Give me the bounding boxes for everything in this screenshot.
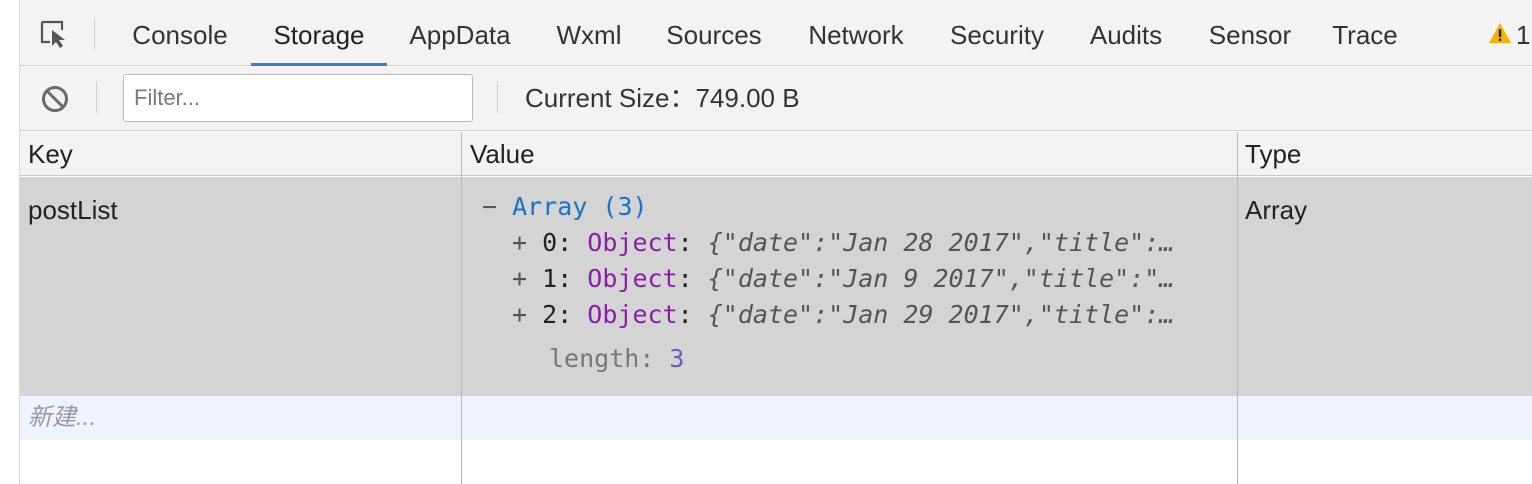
item-colon: : — [677, 300, 693, 329]
table-header: Key Value Type — [20, 132, 1532, 176]
new-entry-row[interactable]: 新建... — [20, 396, 1532, 440]
warnings-indicator[interactable]: 1 — [1488, 20, 1532, 50]
warning-icon — [1488, 22, 1512, 49]
inspect-element-icon[interactable] — [38, 18, 70, 50]
item-preview: {"date":"Jan 28 2017","title":… — [707, 228, 1175, 257]
warning-count: 1 — [1516, 20, 1531, 50]
tab-security[interactable]: Security — [946, 0, 1048, 66]
column-header-key[interactable]: Key — [20, 132, 461, 176]
tab-appdata[interactable]: AppData — [406, 0, 514, 66]
new-entry-placeholder[interactable]: 新建... — [28, 396, 96, 440]
tab-wxml[interactable]: Wxml — [550, 0, 628, 66]
toolbar-divider — [497, 81, 498, 113]
item-index: 2: — [542, 300, 573, 329]
item-preview: {"date":"Jan 29 2017","title":… — [707, 300, 1175, 329]
expand-toggle[interactable]: + — [512, 228, 527, 257]
filter-input[interactable] — [123, 74, 473, 122]
item-type: Object — [587, 300, 678, 329]
array-summary: Array (3) — [512, 192, 648, 221]
tab-sensor[interactable]: Sensor — [1205, 0, 1295, 66]
tab-trace[interactable]: Trace — [1330, 0, 1400, 66]
tab-audits[interactable]: Audits — [1085, 0, 1167, 66]
expand-toggle[interactable]: + — [512, 300, 527, 329]
tree-item[interactable]: + 0: Object: {"date":"Jan 28 2017","titl… — [512, 225, 1174, 261]
clear-storage-icon[interactable] — [40, 84, 70, 114]
tab-console[interactable]: Console — [130, 0, 230, 66]
storage-table: Key Value Type postList − Array (3) + 0:… — [20, 132, 1532, 484]
tab-storage[interactable]: Storage — [251, 0, 387, 66]
length-key: length: — [549, 344, 655, 373]
array-node[interactable]: − Array (3) — [482, 189, 648, 225]
storage-toolbar: Current Size：749.00 B — [20, 67, 1532, 131]
column-header-value[interactable]: Value — [462, 132, 1237, 176]
item-preview: {"date":"Jan 9 2017","title":"… — [707, 264, 1175, 293]
array-length: length: 3 — [549, 341, 684, 377]
item-type: Object — [587, 228, 678, 257]
left-panel-edge — [0, 0, 20, 484]
tab-network[interactable]: Network — [804, 0, 908, 66]
tree-item[interactable]: + 2: Object: {"date":"Jan 29 2017","titl… — [512, 297, 1174, 333]
column-divider[interactable] — [1237, 132, 1238, 484]
column-header-type[interactable]: Type — [1237, 132, 1532, 176]
column-divider[interactable] — [461, 132, 462, 484]
expand-toggle[interactable]: + — [512, 264, 527, 293]
collapse-toggle[interactable]: − — [482, 192, 497, 221]
item-colon: : — [677, 228, 693, 257]
devtools-tabbar: Console Storage AppData Wxml Sources Net… — [20, 0, 1532, 66]
length-value: 3 — [669, 344, 685, 373]
item-index: 1: — [542, 264, 573, 293]
tabbar-divider — [94, 18, 95, 50]
item-index: 0: — [542, 228, 573, 257]
tree-item[interactable]: + 1: Object: {"date":"Jan 9 2017","title… — [512, 261, 1174, 297]
toolbar-divider — [96, 81, 97, 113]
tab-sources[interactable]: Sources — [664, 0, 764, 66]
row-key-cell[interactable]: postList — [28, 195, 118, 226]
current-size-label: Current Size：749.00 B — [525, 83, 800, 113]
row-type-cell[interactable]: Array — [1245, 195, 1307, 226]
item-type: Object — [587, 264, 678, 293]
table-row[interactable]: postList − Array (3) + 0: Object: {"date… — [20, 177, 1532, 396]
item-colon: : — [677, 264, 693, 293]
